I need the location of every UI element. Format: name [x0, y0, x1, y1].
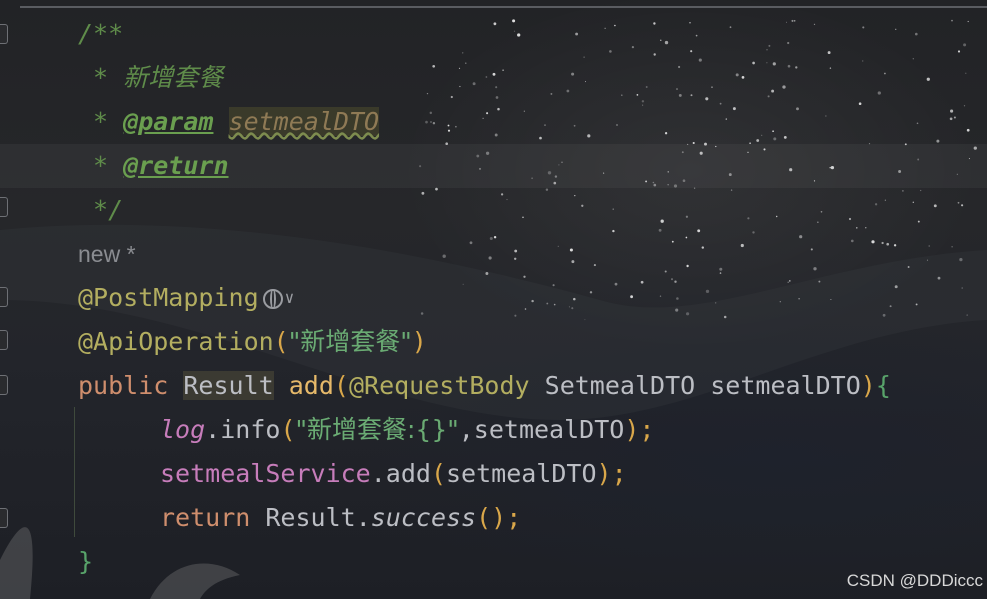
service-content: setmealService.add(setmealDTO); — [160, 459, 627, 489]
code-line-service[interactable]: setmealService.add(setmealDTO); — [0, 452, 987, 496]
return-keyword: return — [160, 503, 251, 532]
semicolon: ; — [506, 503, 522, 532]
editor-top-border — [20, 6, 987, 8]
paren: ( — [273, 327, 289, 356]
doc-param-tag[interactable]: @param — [123, 107, 213, 136]
dot: . — [355, 503, 371, 532]
doc-star: * — [78, 151, 124, 180]
api-operation-annotation[interactable]: @ApiOperation — [78, 327, 274, 356]
service-arg: setmealDTO — [446, 459, 597, 488]
doc-star: * — [78, 63, 124, 92]
close-brace: } — [78, 547, 94, 576]
code-line-doc-desc[interactable]: * 新增套餐 — [0, 56, 987, 100]
doc-param-name[interactable]: setmealDTO — [228, 107, 380, 136]
code-line-doc-return[interactable]: * @return — [0, 144, 987, 188]
method-name[interactable]: add — [289, 371, 334, 400]
paren: () — [476, 503, 507, 532]
code-line-post-mapping[interactable]: @PostMapping ∨ — [0, 276, 987, 320]
return-content: return Result.success(); — [160, 503, 521, 533]
watermark: CSDN @DDDiccc — [846, 571, 983, 590]
open-brace: { — [875, 371, 891, 400]
paren: ( — [333, 371, 349, 400]
method-signature-content: public Result add(@RequestBody SetmealDT… — [78, 371, 891, 401]
code-line-log[interactable]: log.info("新增套餐:{}",setmealDTO); — [0, 408, 987, 452]
post-mapping-annotation[interactable]: @PostMapping — [78, 283, 259, 312]
code-line-close-brace[interactable]: } — [0, 540, 987, 584]
result-class[interactable]: Result — [265, 503, 355, 532]
service-add-method[interactable]: add — [386, 459, 431, 488]
doc-return-tag[interactable]: @return — [123, 151, 228, 180]
code-line-doc-open[interactable]: /** — [0, 12, 987, 56]
code-line-doc-close[interactable]: */ — [0, 188, 987, 232]
log-string: "新增套餐:{}" — [295, 415, 459, 444]
globe-icon[interactable] — [262, 289, 283, 309]
post-mapping-content: @PostMapping ∨ — [78, 283, 294, 313]
log-field[interactable]: log — [160, 415, 205, 444]
log-args: ,setmealDTO — [458, 415, 625, 444]
doc-comment-close: */ — [78, 195, 124, 224]
code-line-return[interactable]: return Result.success(); — [0, 496, 987, 540]
doc-desc-content: * 新增套餐 — [78, 63, 223, 93]
doc-return-content: * @return — [78, 151, 228, 181]
public-keyword: public — [78, 371, 169, 400]
service-field[interactable]: setmealService — [160, 459, 371, 488]
success-method[interactable]: success — [371, 503, 476, 532]
paren: ); — [596, 459, 627, 488]
request-body-annotation[interactable]: @RequestBody — [349, 371, 530, 400]
api-operation-content: @ApiOperation("新增套餐") — [78, 327, 427, 357]
code-line-method-signature[interactable]: public Result add(@RequestBody SetmealDT… — [0, 364, 987, 408]
info-method[interactable]: info — [220, 415, 280, 444]
dot: . — [205, 415, 221, 444]
code-line-doc-param[interactable]: * @param setmealDTO — [0, 100, 987, 144]
paren: ( — [430, 459, 446, 488]
param-name[interactable]: setmealDTO — [710, 371, 861, 400]
doc-comment-open: /** — [78, 19, 124, 48]
param-type[interactable]: SetmealDTO — [545, 371, 696, 400]
paren: ( — [280, 415, 296, 444]
api-operation-string: "新增套餐" — [288, 327, 412, 356]
paren: ) — [411, 327, 427, 356]
usage-hint-line[interactable]: new * — [0, 232, 987, 276]
doc-param-content: * @param setmealDTO — [78, 107, 380, 137]
doc-star: * — [78, 107, 124, 136]
usage-hint[interactable]: new * — [78, 239, 136, 269]
doc-description: 新增套餐 — [123, 63, 224, 92]
paren: ) — [860, 371, 876, 400]
chevron-down-icon[interactable]: ∨ — [285, 283, 295, 313]
log-content: log.info("新增套餐:{}",setmealDTO); — [160, 415, 654, 445]
code-line-api-operation[interactable]: @ApiOperation("新增套餐") — [0, 320, 987, 364]
paren: ); — [624, 415, 655, 444]
dot: . — [370, 459, 386, 488]
return-type[interactable]: Result — [183, 371, 274, 400]
